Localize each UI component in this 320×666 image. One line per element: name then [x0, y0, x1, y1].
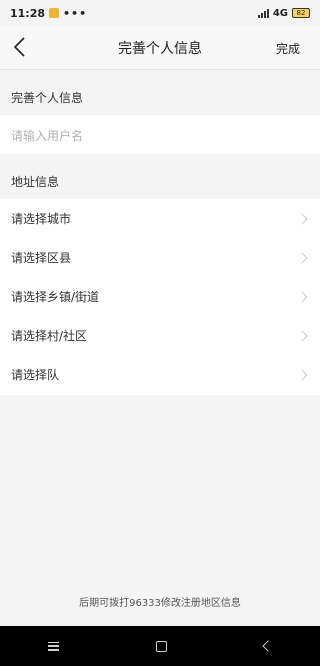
status-bar-right: 4G 82: [257, 7, 310, 19]
system-nav-bar: [0, 626, 320, 666]
status-bar: 11:28 ••• 4G 82: [0, 0, 320, 26]
menu-icon[interactable]: [48, 641, 60, 651]
battery-icon: 82: [292, 8, 310, 18]
select-team-row[interactable]: 请选择队: [0, 355, 320, 394]
chevron-right-icon: [296, 251, 308, 264]
app-notification-icon: [49, 8, 60, 18]
back-icon[interactable]: [12, 36, 32, 58]
select-village-row[interactable]: 请选择村/社区: [0, 316, 320, 355]
status-time: 11:28: [10, 6, 46, 20]
signal-icon: [257, 8, 269, 18]
chevron-right-icon: [296, 290, 308, 303]
network-type: 4G: [272, 7, 288, 19]
system-back-icon[interactable]: [261, 640, 274, 652]
footer-note: 后期可拨打96333修改注册地区信息: [79, 598, 241, 609]
select-city-row[interactable]: 请选择城市: [0, 199, 320, 238]
page-title: 完善个人信息: [118, 40, 202, 57]
address-section-title: 地址信息: [0, 163, 320, 199]
select-district-label: 请选择区县: [11, 251, 72, 265]
chevron-right-icon: [296, 368, 308, 381]
more-notifications-icon: •••: [63, 6, 88, 20]
home-icon[interactable]: [155, 640, 167, 652]
address-list: 请选择城市 请选择区县 请选择乡镇/街道 请选择村/社区 请选择队: [0, 199, 320, 395]
username-input[interactable]: [0, 115, 313, 156]
chevron-right-icon: [296, 329, 308, 342]
status-bar-left: 11:28 •••: [10, 7, 87, 20]
select-town-row[interactable]: 请选择乡镇/街道: [0, 277, 320, 316]
done-button[interactable]: 完成: [276, 40, 300, 57]
select-town-label: 请选择乡镇/街道: [11, 290, 100, 304]
select-village-label: 请选择村/社区: [11, 329, 88, 343]
select-city-label: 请选择城市: [11, 212, 72, 226]
select-team-label: 请选择队: [11, 368, 60, 382]
chevron-right-icon: [296, 212, 308, 225]
nav-bar: 完善个人信息 完成: [0, 26, 320, 70]
select-district-row[interactable]: 请选择区县: [0, 238, 320, 277]
personal-section-title: 完善个人信息: [0, 79, 320, 115]
username-row: [0, 115, 320, 156]
